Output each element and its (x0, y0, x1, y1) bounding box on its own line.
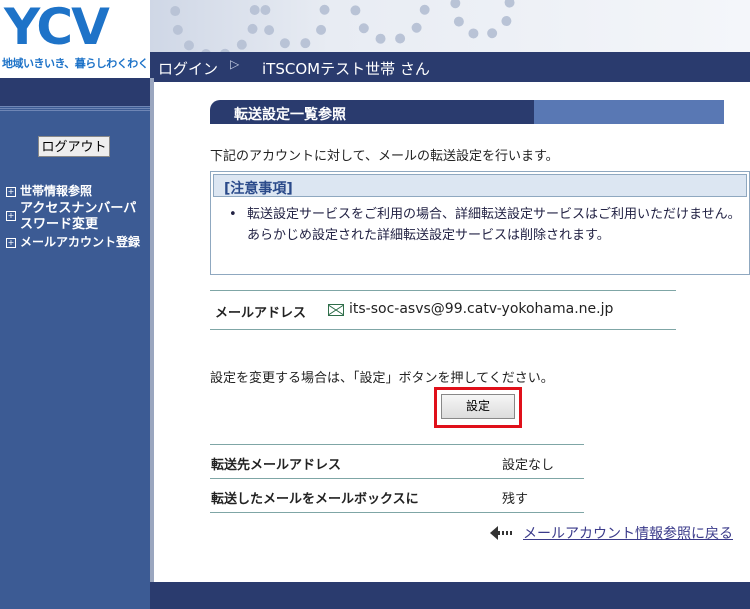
logout-button[interactable]: ログアウト (38, 136, 110, 157)
header-banner (150, 0, 750, 52)
header-bar: ログイン ▷ iTSCOMテスト世帯 さん (150, 52, 750, 82)
envelope-icon (328, 304, 344, 316)
expand-plus-icon: + (6, 211, 16, 221)
table-row-label: 転送先メールアドレス (211, 458, 342, 473)
user-name: iTSCOMテスト世帯 さん (262, 60, 430, 78)
intro-text: 下記のアカウントに対して、メールの転送設定を行います。 (210, 149, 559, 164)
sidebar-item-access-password[interactable]: + アクセスナンバーパスワード変更 (6, 201, 148, 233)
breadcrumb-separator-icon: ▷ (230, 57, 240, 71)
sidebar-item-label: 世帯情報参照 (20, 184, 93, 198)
expand-plus-icon: + (6, 238, 16, 248)
gear-decoration-icon (350, 0, 430, 45)
sidebar-nav: + 世帯情報参照 + アクセスナンバーパスワード変更 + メールアカウント登録 (6, 184, 148, 252)
sidebar-item-label: メールアカウント登録 (20, 235, 141, 249)
notice-heading: [注意事項] (213, 174, 747, 197)
gear-decoration-icon (450, 0, 515, 40)
ycv-logo: YCV (4, 0, 110, 56)
bullet-icon: • (229, 207, 237, 222)
change-instruction: 設定を変更する場合は、「設定」ボタンを押してください。 (210, 371, 554, 386)
notice-body: • 転送設定サービスをご利用の場合、詳細転送設定サービスはご利用いただけません。… (229, 204, 745, 246)
footer-bar (150, 582, 750, 609)
page-title: 転送設定一覧参照 (210, 100, 724, 124)
table-row-value: 設定なし (502, 458, 555, 473)
brand-tagline: 地域いきいき、暮らしわくわく (2, 57, 149, 70)
gear-decoration-icon (170, 0, 260, 52)
table-row: 転送したメールをメールボックスに 残す (210, 478, 584, 513)
set-button[interactable]: 設定 (441, 394, 515, 419)
table-row-label: 転送したメールをメールボックスに (211, 492, 419, 507)
table-row: 転送先メールアドレス 設定なし (210, 444, 584, 478)
sidebar-top-bar (0, 78, 150, 106)
page-title-text: 転送設定一覧参照 (234, 107, 346, 123)
forward-settings-table: 転送先メールアドレス 設定なし 転送したメールをメールボックスに 残す (210, 444, 584, 513)
back-arrow-icon (490, 526, 512, 540)
notice-heading-text: [注意事項] (224, 181, 293, 197)
sidebar-item-label: アクセスナンバーパスワード変更 (20, 201, 137, 232)
table-row-value: 残す (502, 492, 529, 507)
login-label: ログイン (158, 60, 219, 78)
expand-plus-icon: + (6, 187, 16, 197)
sidebar-item-mail-account[interactable]: + メールアカウント登録 (6, 235, 148, 250)
mail-address-label: メールアドレス (215, 306, 307, 321)
notice-text: 転送設定サービスをご利用の場合、詳細転送設定サービスはご利用いただけません。あら… (247, 207, 741, 243)
logo-area: YCV 地域いきいき、暮らしわくわく (0, 0, 150, 78)
mail-address-value: its-soc-asvs@99.catv-yokohama.ne.jp (349, 301, 614, 317)
gear-decoration-icon (260, 0, 330, 50)
back-link-text[interactable]: メールアカウント情報参照に戻る (523, 523, 733, 543)
main-content: 転送設定一覧参照 下記のアカウントに対して、メールの転送設定を行います。 [注意… (154, 82, 750, 582)
sidebar-item-household-info[interactable]: + 世帯情報参照 (6, 184, 148, 199)
mail-address-row: メールアドレス its-soc-asvs@99.catv-yokohama.ne… (210, 290, 676, 330)
sidebar-stripe (0, 106, 150, 112)
notice-box: [注意事項] • 転送設定サービスをご利用の場合、詳細転送設定サービスはご利用い… (210, 171, 750, 275)
